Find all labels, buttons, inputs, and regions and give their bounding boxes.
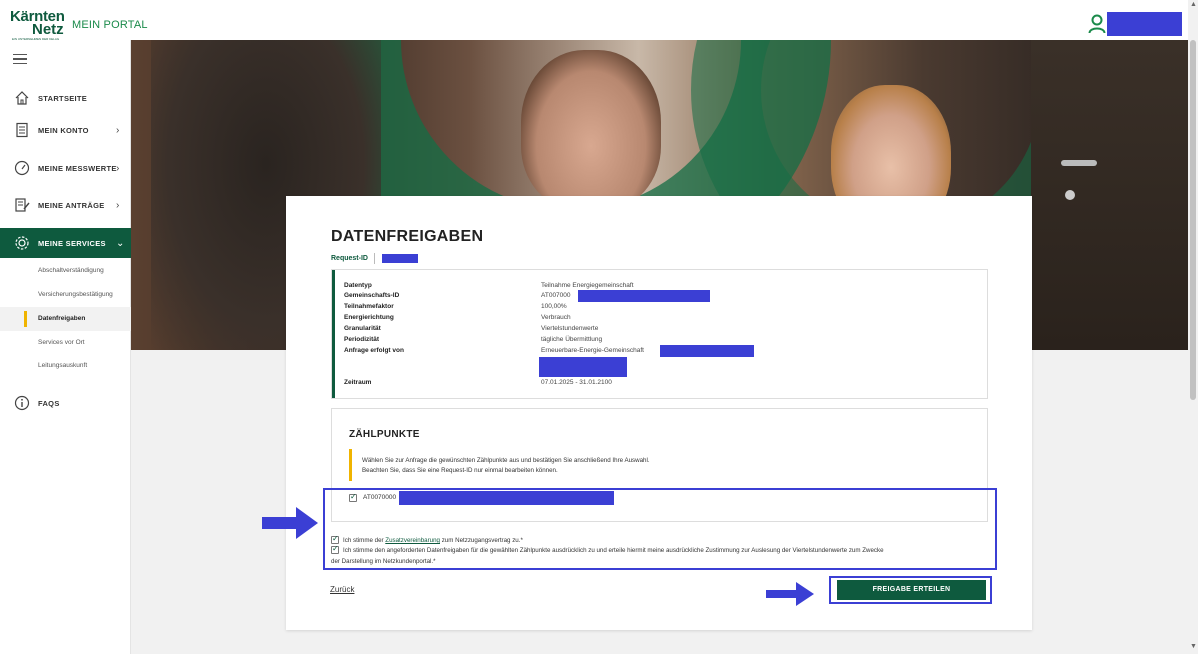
detail-value: Viertelstundenwerte: [541, 325, 599, 332]
annotation-highlight-box: [323, 488, 997, 570]
detail-key: Teilnahmefaktor: [344, 303, 394, 310]
logo[interactable]: Kärnten Netz EIN UNTERNEHMEN DER KELAG: [10, 8, 66, 41]
sidebar-item-meine-messwerte[interactable]: MEINE MESSWERTE ›: [0, 153, 131, 183]
detail-value: Erneuerbare-Energie-Gemeinschaft: [541, 347, 644, 354]
hero-door: [1031, 40, 1188, 350]
detail-key: Anfrage erfolgt von: [344, 347, 404, 354]
sidebar-item-faqs[interactable]: FAQS: [0, 388, 131, 418]
logo-bottom-text: Netz: [32, 21, 64, 38]
subitem-label: Abschaltverständigung: [38, 267, 104, 274]
user-icon[interactable]: [1088, 14, 1106, 34]
chevron-down-icon: ⌄: [116, 237, 125, 249]
sidebar-item-label: MEIN KONTO: [38, 125, 89, 135]
detail-value: 100,00%: [541, 303, 567, 310]
divider: [374, 253, 375, 264]
chevron-right-icon: ›: [116, 162, 120, 174]
requester-name-redacted: [660, 345, 754, 357]
detail-key: Datentyp: [344, 282, 372, 289]
chevron-right-icon: ›: [116, 199, 120, 211]
detail-key: Gemeinschafts-ID: [344, 292, 400, 299]
hamburger-menu-icon[interactable]: [13, 54, 27, 64]
gear-icon: [15, 236, 29, 250]
detail-key: Granularität: [344, 325, 381, 332]
sidebar: STARTSEITE MEIN KONTO › MEINE MESSWERTE …: [0, 40, 131, 654]
note-line: Beachten Sie, dass Sie eine Request-ID n…: [362, 467, 558, 474]
sidebar-subitem-versicherungsbestaetigung[interactable]: Versicherungsbestätigung: [0, 283, 131, 307]
scroll-up-icon[interactable]: ▲: [1190, 1, 1197, 8]
sidebar-item-meine-services[interactable]: MEINE SERVICES ⌄: [0, 228, 131, 258]
sidebar-item-mein-konto[interactable]: MEIN KONTO ›: [0, 115, 131, 145]
form-icon: [15, 198, 30, 212]
request-id-label: Request-ID: [331, 255, 368, 262]
gemeinschafts-id-redacted: [578, 290, 710, 302]
top-bar: Kärnten Netz EIN UNTERNEHMEN DER KELAG M…: [0, 8, 1188, 41]
annotation-arrow-icon: [766, 582, 814, 606]
sidebar-subitem-leitungsauskunft[interactable]: Leitungsauskunft: [0, 354, 131, 378]
sidebar-subitem-abschaltverstaendigung[interactable]: Abschaltverständigung: [0, 259, 131, 283]
subitem-label: Services vor Ort: [38, 339, 85, 346]
detail-value: tägliche Übermittlung: [541, 336, 603, 343]
subitem-label: Datenfreigaben: [38, 315, 86, 322]
sidebar-subitem-datenfreigaben[interactable]: Datenfreigaben: [0, 307, 131, 331]
portal-title: MEIN PORTAL: [72, 19, 148, 31]
detail-value: 07.01.2025 - 31.01.2100: [541, 379, 612, 386]
request-id-redacted: [382, 254, 418, 263]
annotation-highlight-box: [829, 576, 992, 604]
back-link[interactable]: Zurück: [330, 585, 354, 594]
sidebar-item-startseite[interactable]: STARTSEITE: [0, 83, 131, 113]
document-icon: [16, 122, 28, 138]
scrollbar[interactable]: ▲ ▼: [1188, 0, 1198, 654]
detail-key: Periodizität: [344, 336, 380, 343]
subitem-label: Versicherungsbestätigung: [38, 291, 113, 298]
hero-door-knob: [1065, 190, 1075, 200]
page-title: DATENFREIGABEN: [331, 228, 484, 245]
zaehlpunkte-title: ZÄHLPUNKTE: [349, 429, 420, 440]
requester-name-redacted: [539, 357, 627, 377]
annotation-arrow-icon: [262, 507, 318, 539]
sidebar-item-label: MEINE MESSWERTE: [38, 163, 117, 173]
chevron-right-icon: ›: [116, 124, 120, 136]
subitem-label: Leitungsauskunft: [38, 362, 88, 369]
active-indicator: [24, 311, 27, 327]
detail-value: AT007000: [541, 292, 571, 299]
sidebar-item-label: MEINE ANTRÄGE: [38, 200, 105, 210]
details-panel: Datentyp Teilnahme Energiegemeinschaft G…: [331, 269, 988, 399]
detail-key: Energierichtung: [344, 314, 394, 321]
info-icon: [14, 395, 30, 411]
scrollbar-thumb[interactable]: [1190, 40, 1196, 400]
sidebar-item-label: STARTSEITE: [38, 93, 88, 103]
scroll-down-icon[interactable]: ▼: [1190, 643, 1197, 650]
detail-value: Verbrauch: [541, 314, 571, 321]
sidebar-subitem-services-vor-ort[interactable]: Services vor Ort: [0, 331, 131, 355]
home-icon: [15, 91, 29, 105]
gauge-icon: [14, 160, 30, 176]
details-accent-bar: [332, 270, 335, 398]
zaehlpunkte-note: Wählen Sie zur Anfrage die gewünschten Z…: [349, 449, 949, 481]
hero-door-handle: [1061, 160, 1097, 166]
note-line: Wählen Sie zur Anfrage die gewünschten Z…: [362, 457, 650, 464]
sidebar-item-label: FAQS: [38, 398, 60, 408]
detail-key: Zeitraum: [344, 379, 372, 386]
sidebar-item-label: MEINE SERVICES: [38, 238, 106, 248]
sidebar-item-meine-antraege[interactable]: MEINE ANTRÄGE ›: [0, 190, 131, 220]
hero-person: [521, 50, 661, 210]
user-name-redacted[interactable]: [1107, 12, 1182, 36]
detail-value: Teilnahme Energiegemeinschaft: [541, 282, 634, 289]
